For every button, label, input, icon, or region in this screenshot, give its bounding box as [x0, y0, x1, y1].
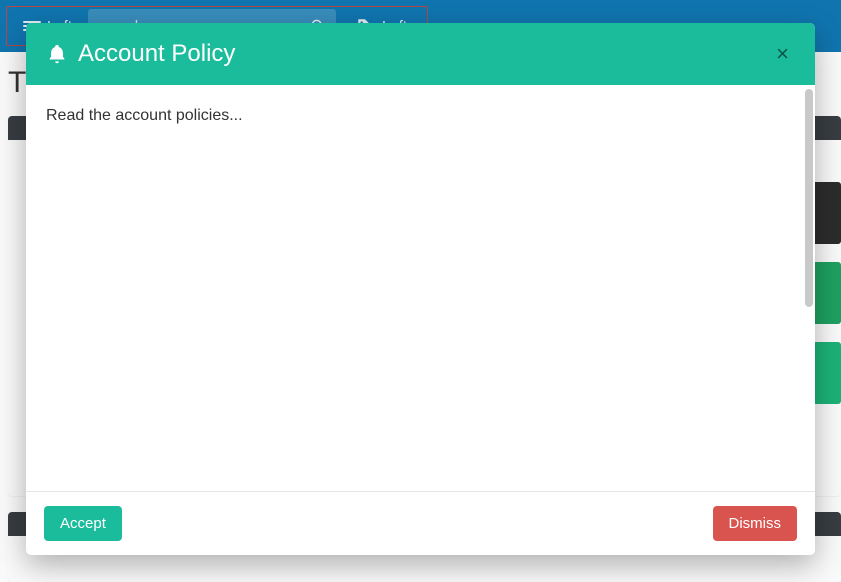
bell-icon — [46, 43, 68, 65]
modal-body[interactable]: Read the account policies... — [26, 85, 815, 491]
close-button[interactable]: × — [770, 39, 795, 69]
modal-footer: Accept Dismiss — [26, 491, 815, 555]
modal-title: Account Policy — [46, 40, 758, 68]
modal-body-wrap: Read the account policies... — [26, 85, 815, 491]
dismiss-button[interactable]: Dismiss — [713, 506, 798, 541]
account-policy-modal: Account Policy × Read the account polici… — [26, 23, 815, 555]
modal-title-text: Account Policy — [78, 40, 235, 68]
accept-button[interactable]: Accept — [44, 506, 122, 541]
modal-header: Account Policy × — [26, 23, 815, 85]
modal-body-text: Read the account policies... — [46, 107, 795, 125]
scrollbar-thumb[interactable] — [805, 89, 813, 307]
close-icon: × — [776, 41, 789, 66]
